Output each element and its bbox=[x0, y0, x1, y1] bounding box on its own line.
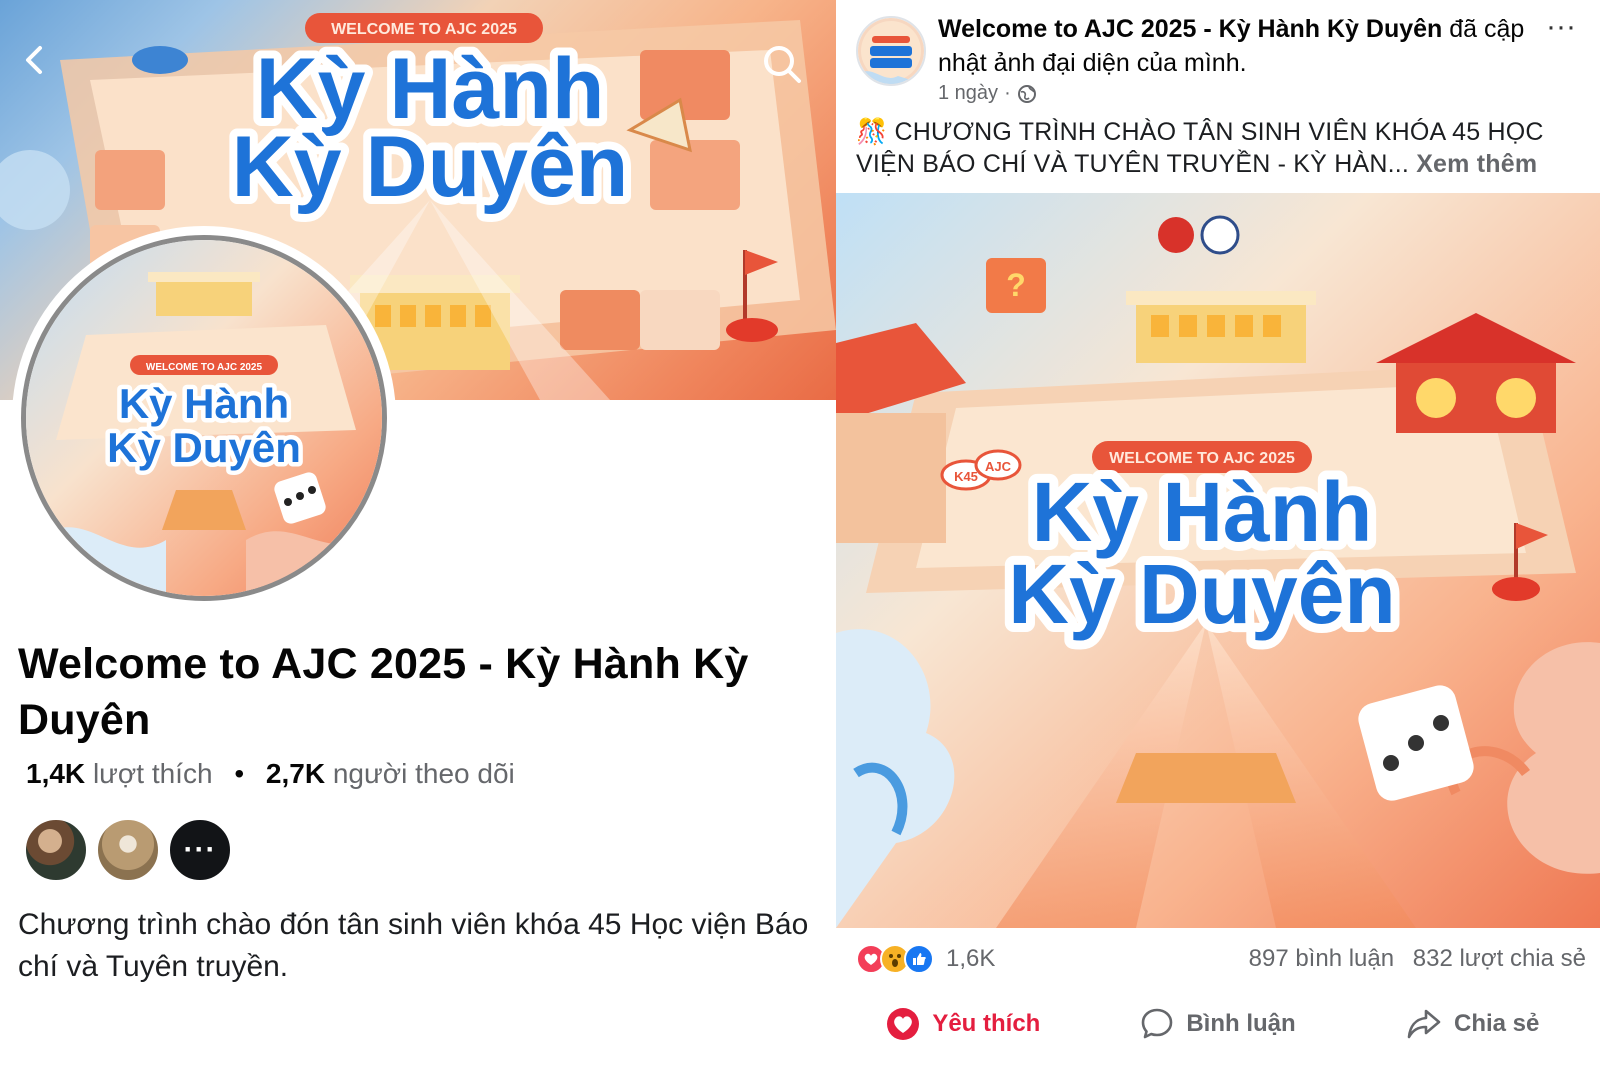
comment-button[interactable]: Bình luận bbox=[1091, 994, 1346, 1054]
page-about: Chương trình chào đón tân sinh viên khóa… bbox=[18, 908, 809, 983]
search-icon bbox=[764, 46, 801, 83]
post-image[interactable]: ? K45 AJC WELCOME TO AJC 2025 Kỳ Hành Kỳ… bbox=[836, 193, 1600, 928]
post-body: 🎊 CHƯƠNG TRÌNH CHÀO TÂN SINH VIÊN KHÓA 4… bbox=[856, 116, 1586, 180]
comment-label: Bình luận bbox=[1186, 1010, 1296, 1037]
post-actions: Yêu thích Bình luận Chia sẻ bbox=[836, 994, 1600, 1054]
avatar[interactable] bbox=[24, 818, 88, 882]
stats-separator: • bbox=[234, 758, 245, 789]
share-count[interactable]: 832 lượt chia sẻ bbox=[1413, 945, 1586, 972]
share-icon bbox=[1407, 1009, 1441, 1039]
avatar-banner-text: WELCOME TO AJC 2025 bbox=[146, 362, 263, 373]
likes-count: 1,4K bbox=[26, 758, 86, 789]
post-artwork: ? K45 AJC WELCOME TO AJC 2025 Kỳ Hành Kỳ… bbox=[836, 193, 1600, 928]
svg-text:?: ? bbox=[1006, 267, 1026, 303]
avatar[interactable] bbox=[96, 818, 160, 882]
followers-label: người theo dõi bbox=[332, 758, 515, 789]
post-title-line-2: Kỳ Duyên bbox=[1008, 547, 1395, 641]
globe-icon bbox=[1017, 84, 1036, 103]
see-more-link[interactable]: Xem thêm bbox=[1416, 150, 1537, 178]
profile-picture[interactable]: WELCOME TO AJC 2025 Kỳ Hành Kỳ Hành Kỳ D… bbox=[12, 226, 396, 610]
page-profile-panel: WELCOME TO AJC 2025 Kỳ Hành Kỳ Hành Kỳ D… bbox=[0, 0, 836, 1067]
cover-banner-text: WELCOME TO AJC 2025 bbox=[331, 21, 517, 38]
reaction-icons[interactable] bbox=[856, 944, 946, 974]
ajc-badge: AJC bbox=[985, 459, 1012, 474]
engagement-counts: 897 bình luận 832 lượt chia sẻ bbox=[1249, 945, 1586, 973]
meta-dot: · bbox=[1004, 82, 1011, 104]
like-button[interactable]: Yêu thích bbox=[836, 994, 1091, 1054]
followers-count: 2,7K bbox=[265, 758, 326, 789]
share-button[interactable]: Chia sẻ bbox=[1345, 994, 1600, 1054]
likes-label: lượt thích bbox=[92, 758, 213, 789]
page-title: Welcome to AJC 2025 - Kỳ Hành Kỳ Duyên bbox=[18, 640, 749, 744]
reaction-count[interactable]: 1,6K bbox=[946, 945, 995, 973]
post-stats: 1,6K 897 bình luận 832 lượt chia sẻ bbox=[856, 942, 1586, 978]
post-header: Welcome to AJC 2025 - Kỳ Hành Kỳ Duyên đ… bbox=[938, 12, 1538, 80]
avatar-artwork: WELCOME TO AJC 2025 Kỳ Hành Kỳ Hành Kỳ D… bbox=[26, 240, 382, 596]
more-followers-button[interactable]: ··· bbox=[168, 818, 232, 882]
post-more-button[interactable]: ··· bbox=[1536, 12, 1586, 52]
cover-title-line-2: Kỳ Duyên bbox=[232, 119, 629, 215]
avatar-title-line-2: Kỳ Duyên bbox=[107, 424, 301, 471]
heart-icon bbox=[887, 1008, 920, 1040]
post-meta: 1 ngày · bbox=[938, 82, 1037, 105]
search-button[interactable] bbox=[760, 42, 812, 94]
avatar-title-line-1: Kỳ Hành bbox=[119, 380, 289, 427]
comment-icon bbox=[1142, 1008, 1173, 1039]
post-author-avatar[interactable] bbox=[856, 16, 926, 86]
post-panel: Welcome to AJC 2025 - Kỳ Hành Kỳ Duyên đ… bbox=[836, 0, 1600, 1067]
comment-count[interactable]: 897 bình luận bbox=[1249, 945, 1394, 972]
post-time[interactable]: 1 ngày bbox=[938, 82, 998, 105]
post-author-name[interactable]: Welcome to AJC 2025 - Kỳ Hành Kỳ Duyên bbox=[938, 15, 1442, 43]
chevron-left-icon bbox=[26, 46, 42, 74]
share-label: Chia sẻ bbox=[1453, 1010, 1540, 1037]
post-title-line-1: Kỳ Hành bbox=[1032, 465, 1373, 559]
thumbs-up-icon bbox=[904, 944, 934, 974]
page-stats[interactable]: 1,4K lượt thích • 2,7K người theo dõi bbox=[26, 758, 515, 790]
like-label: Yêu thích bbox=[932, 1010, 1041, 1037]
back-button[interactable] bbox=[16, 42, 68, 94]
k45-badge: K45 bbox=[954, 469, 978, 484]
profile-avatar: WELCOME TO AJC 2025 Kỳ Hành Kỳ Hành Kỳ D… bbox=[21, 235, 387, 601]
post-avatar-artwork bbox=[858, 18, 924, 84]
